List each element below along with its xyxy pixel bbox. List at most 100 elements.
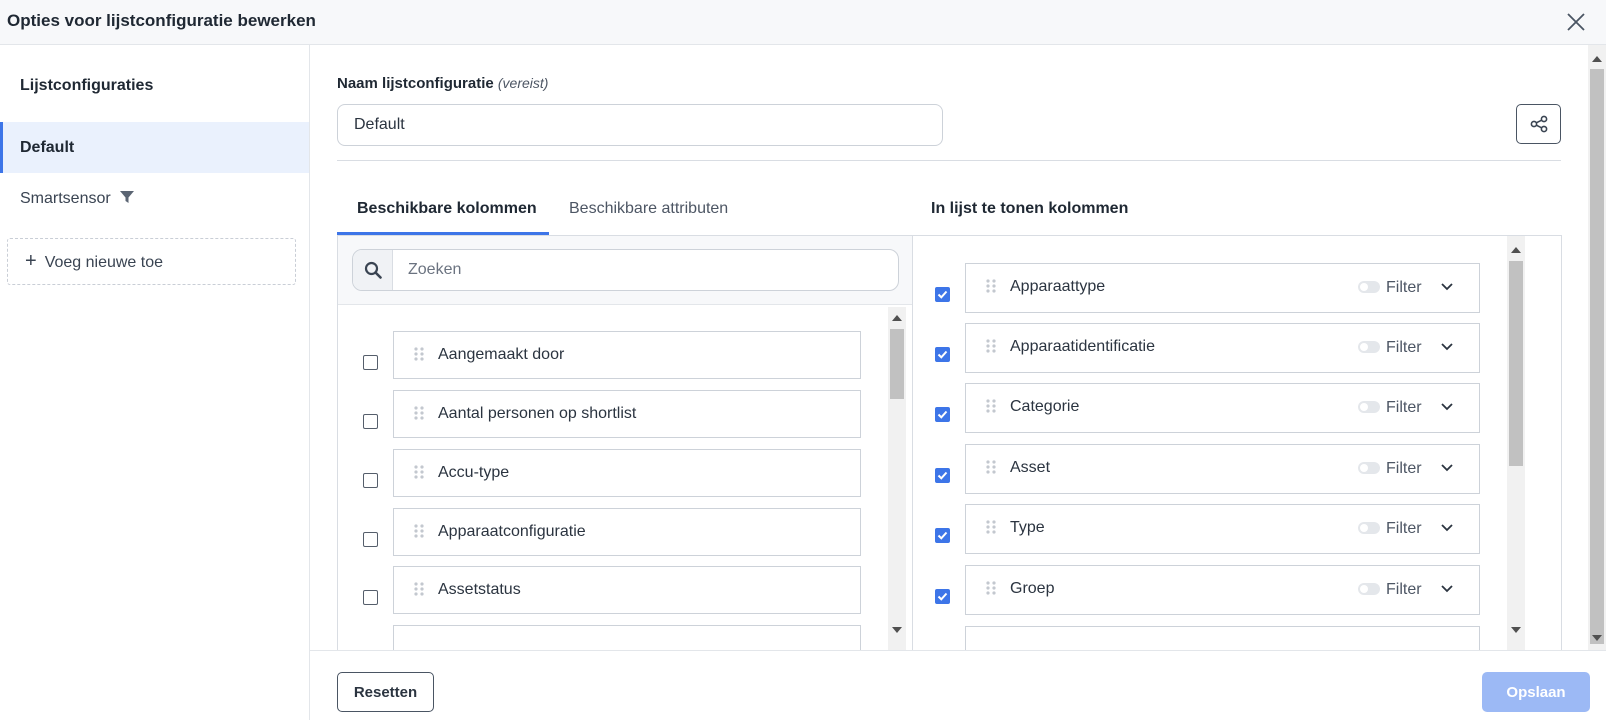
column-checkbox[interactable]: [935, 468, 950, 483]
shown-columns-scrollbar[interactable]: [1507, 236, 1525, 650]
drag-handle-icon[interactable]: [986, 520, 996, 534]
checkmark-icon: [937, 290, 948, 299]
sidebar-item-default[interactable]: Default: [0, 122, 309, 173]
sidebar-item-label: Default: [20, 139, 75, 156]
chevron-down-icon[interactable]: [1441, 403, 1453, 411]
required-hint: (vereist): [497, 75, 549, 91]
column-card[interactable]: Apparaatconfiguratie: [393, 508, 861, 556]
column-card[interactable]: Apparaatidentificatie Filter: [965, 323, 1480, 373]
column-card[interactable]: Accu-type: [393, 449, 861, 497]
column-checkbox[interactable]: [363, 355, 378, 370]
chevron-down-icon[interactable]: [1441, 524, 1453, 532]
filter-toggle[interactable]: [1358, 281, 1380, 293]
drag-handle-icon[interactable]: [414, 582, 424, 596]
scrollbar-thumb[interactable]: [890, 329, 904, 399]
column-checkbox[interactable]: [363, 532, 378, 547]
tab-available-attributes[interactable]: Beschikbare attributen: [569, 200, 728, 218]
dialog-header: Opties voor lijstconfiguratie bewerken: [0, 0, 1606, 45]
scrollbar-thumb[interactable]: [1509, 261, 1523, 466]
scrollbar-thumb[interactable]: [1590, 69, 1604, 644]
dialog-title: Opties voor lijstconfiguratie bewerken: [7, 11, 316, 30]
filter-toggle[interactable]: [1358, 583, 1380, 595]
column-card[interactable]: Assetstatus: [393, 566, 861, 614]
available-columns-scrollbar[interactable]: [888, 307, 906, 650]
list-item: Apparaatidentificatie Filter: [913, 323, 1543, 373]
drag-handle-icon[interactable]: [414, 406, 424, 420]
filter-toggle[interactable]: [1358, 522, 1380, 534]
column-card[interactable]: Type Filter: [965, 504, 1480, 554]
share-button[interactable]: [1516, 104, 1561, 144]
drag-handle-icon[interactable]: [414, 524, 424, 538]
filter-label: Filter: [1386, 339, 1422, 356]
filter-toggle[interactable]: [1358, 341, 1380, 353]
column-card[interactable]: Groep Filter: [965, 565, 1480, 615]
scroll-up-arrow[interactable]: [1511, 247, 1521, 253]
scroll-up-arrow[interactable]: [892, 315, 902, 321]
column-card-partial[interactable]: [393, 625, 861, 650]
drag-handle-icon[interactable]: [986, 279, 996, 293]
column-checkbox[interactable]: [363, 414, 378, 429]
scroll-down-arrow[interactable]: [1592, 635, 1602, 641]
search-icon: [364, 261, 382, 279]
chevron-down-icon[interactable]: [1441, 283, 1453, 291]
filter-toggle[interactable]: [1358, 462, 1380, 474]
tab-available-columns[interactable]: Beschikbare kolommen: [357, 200, 537, 218]
column-label: Apparaatidentificatie: [1010, 338, 1155, 355]
column-checkbox[interactable]: [363, 473, 378, 488]
column-card[interactable]: Categorie Filter: [965, 383, 1480, 433]
sidebar-item-smartsensor[interactable]: Smartsensor: [0, 173, 309, 224]
column-checkbox[interactable]: [363, 590, 378, 605]
filter-toggle[interactable]: [1358, 401, 1380, 413]
column-card[interactable]: Aangemaakt door: [393, 331, 861, 379]
drag-handle-icon[interactable]: [986, 399, 996, 413]
plus-icon: +: [25, 250, 37, 272]
add-new-configuration-button[interactable]: + Voeg nieuwe toe: [7, 238, 296, 285]
name-label-text: Naam lijstconfiguratie: [337, 75, 494, 92]
list-item: Accu-type: [338, 449, 898, 497]
column-label: Aantal personen op shortlist: [438, 405, 637, 422]
shown-columns-panel: Apparaattype Filter Apparaatidentificati…: [913, 236, 1562, 650]
column-checkbox[interactable]: [935, 407, 950, 422]
drag-handle-icon[interactable]: [414, 347, 424, 361]
column-checkbox[interactable]: [935, 287, 950, 302]
drag-handle-icon[interactable]: [986, 339, 996, 353]
column-checkbox[interactable]: [935, 347, 950, 362]
available-columns-panel: Aangemaakt door Aantal personen op short…: [337, 236, 913, 650]
column-card[interactable]: Asset Filter: [965, 444, 1480, 494]
close-icon[interactable]: [1566, 12, 1586, 32]
column-checkbox[interactable]: [935, 528, 950, 543]
scroll-down-arrow[interactable]: [892, 627, 902, 633]
page-scrollbar[interactable]: [1588, 45, 1606, 650]
drag-handle-icon[interactable]: [986, 581, 996, 595]
list-item: Asset Filter: [913, 444, 1543, 494]
scroll-up-arrow[interactable]: [1592, 56, 1602, 62]
column-card[interactable]: Aantal personen op shortlist: [393, 390, 861, 438]
divider: [337, 160, 1561, 161]
search-icon-box: [353, 250, 393, 290]
column-label: Accu-type: [438, 464, 510, 481]
column-label: Categorie: [1010, 398, 1080, 415]
checkmark-icon: [937, 410, 948, 419]
chevron-down-icon[interactable]: [1441, 343, 1453, 351]
column-checkbox[interactable]: [935, 589, 950, 604]
filter-label: Filter: [1386, 460, 1422, 477]
scroll-down-arrow[interactable]: [1511, 627, 1521, 633]
column-label: Assetstatus: [438, 581, 521, 598]
reset-button[interactable]: Resetten: [337, 672, 434, 712]
column-card-partial[interactable]: [965, 626, 1480, 650]
save-button[interactable]: Opslaan: [1482, 672, 1590, 712]
search-input[interactable]: [394, 250, 898, 290]
checkmark-icon: [937, 471, 948, 480]
filter-label: Filter: [1386, 581, 1422, 598]
add-new-label: Voeg nieuwe toe: [44, 254, 164, 271]
configuration-name-input[interactable]: [337, 104, 943, 146]
column-label: Groep: [1010, 580, 1055, 597]
drag-handle-icon[interactable]: [986, 460, 996, 474]
search-area: [338, 236, 912, 305]
list-item: Apparaatconfiguratie: [338, 508, 898, 556]
chevron-down-icon[interactable]: [1441, 585, 1453, 593]
chevron-down-icon[interactable]: [1441, 464, 1453, 472]
drag-handle-icon[interactable]: [414, 465, 424, 479]
shown-columns-heading: In lijst te tonen kolommen: [931, 200, 1129, 217]
column-card[interactable]: Apparaattype Filter: [965, 263, 1480, 313]
